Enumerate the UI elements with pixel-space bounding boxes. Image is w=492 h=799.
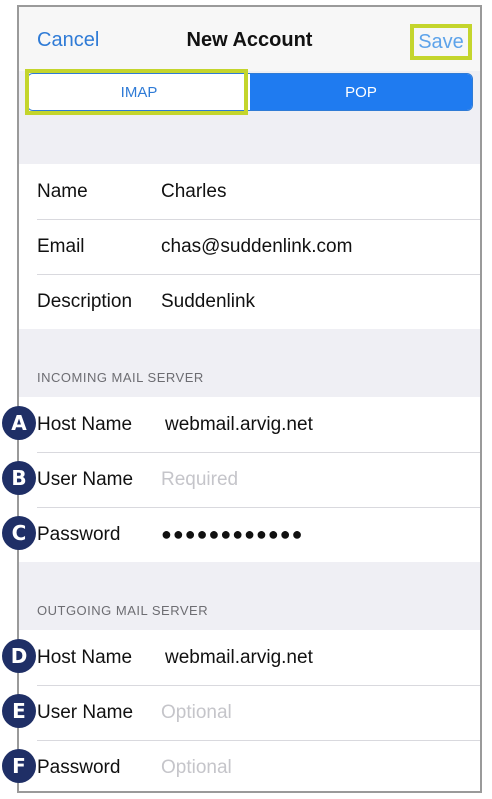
account-type-segmented-control: IMAP POP [27, 73, 473, 111]
incoming-host-row[interactable]: Host Name webmail.arvig.net [19, 397, 480, 452]
incoming-host-label: Host Name [37, 413, 133, 435]
callout-c-badge: C [2, 516, 36, 550]
name-field[interactable]: Charles [161, 181, 226, 203]
callout-e-badge: E [2, 694, 36, 728]
email-field[interactable]: chas@suddenlink.com [161, 236, 352, 258]
email-label: Email [37, 235, 85, 257]
incoming-user-label: User Name [37, 468, 134, 490]
account-info-group: Name Charles Email chas@suddenlink.com D… [19, 164, 480, 329]
nav-bar: Cancel New Account Save [19, 7, 480, 71]
segment-pop[interactable]: POP [250, 74, 472, 110]
outgoing-user-label: User Name [37, 701, 134, 723]
outgoing-password-label: Password [37, 756, 121, 778]
incoming-password-row[interactable]: Password ●●●●●●●●●●●● [19, 507, 480, 562]
outgoing-user-field[interactable]: Optional [161, 702, 232, 724]
callout-d-badge: D [2, 639, 36, 673]
incoming-server-group: Host Name webmail.arvig.net User Name Re… [19, 397, 480, 562]
phone-screen: Cancel New Account Save IMAP POP Name Ch… [17, 5, 482, 793]
outgoing-host-field[interactable]: webmail.arvig.net [165, 647, 313, 669]
outgoing-host-row[interactable]: Host Name webmail.arvig.net [19, 630, 480, 685]
email-row[interactable]: Email chas@suddenlink.com [19, 219, 480, 274]
callout-a-badge: A [2, 406, 36, 440]
name-label: Name [37, 180, 88, 202]
incoming-user-field[interactable]: Required [161, 469, 238, 491]
incoming-section-header: INCOMING MAIL SERVER [37, 370, 204, 385]
outgoing-user-row[interactable]: User Name Optional [19, 685, 480, 740]
description-label: Description [37, 290, 133, 312]
save-button[interactable]: Save [410, 24, 472, 60]
callout-f-badge: F [2, 749, 36, 783]
outgoing-host-label: Host Name [37, 646, 133, 668]
incoming-host-field[interactable]: webmail.arvig.net [165, 414, 313, 436]
incoming-user-row[interactable]: User Name Required [19, 452, 480, 507]
incoming-password-label: Password [37, 523, 121, 545]
outgoing-server-group: Host Name webmail.arvig.net User Name Op… [19, 630, 480, 791]
outgoing-password-field[interactable]: Optional [161, 757, 232, 779]
outgoing-password-row[interactable]: Password Optional [19, 740, 480, 791]
segment-imap[interactable]: IMAP [28, 74, 250, 110]
description-row[interactable]: Description Suddenlink [19, 274, 480, 329]
outgoing-section-header: OUTGOING MAIL SERVER [37, 603, 209, 618]
callout-b-badge: B [2, 461, 36, 495]
name-row[interactable]: Name Charles [19, 164, 480, 219]
incoming-password-field[interactable]: ●●●●●●●●●●●● [161, 524, 303, 545]
description-field[interactable]: Suddenlink [161, 291, 255, 313]
